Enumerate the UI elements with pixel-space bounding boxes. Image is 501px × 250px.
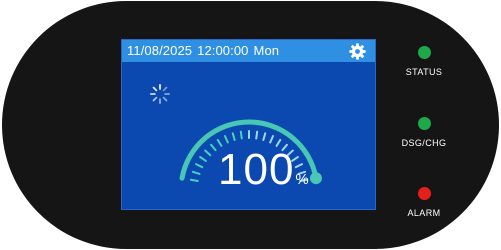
gauge-tick [204,149,212,157]
dsg-chg-led [417,117,431,130]
gauge-tick [189,178,199,182]
gauge-tick [199,156,207,162]
charge-percentage: 100% [218,145,309,195]
status-indicator: STATUS [394,46,454,77]
gauge-tick [239,130,243,140]
gauge-tick [231,132,236,142]
alarm-label: ALARM [407,208,441,218]
display-screen: 11/08/2025 12:00:00 Mon 100% [121,39,376,210]
status-bar: 11/08/2025 12:00:00 Mon [122,40,375,62]
alarm-indicator: ALARM [394,187,454,218]
date-text: 11/08/2025 [127,43,193,58]
gauge-knob [309,172,322,185]
dsg-chg-indicator: DSG/CHG [394,117,454,148]
status-label: STATUS [405,67,443,77]
weekday-text: Mon [253,43,280,58]
time-text: 12:00:00 [197,43,249,58]
gauge-tick [210,143,217,152]
charge-value: 100 [218,145,295,194]
gauge-tick [255,130,259,140]
gauge-tick [194,163,204,169]
gauge-tick [191,170,201,175]
gauge-tick [269,135,274,144]
datetime-display: 11/08/2025 12:00:00 Mon [127,43,284,58]
status-led [417,46,431,59]
gauge-tick [224,135,229,144]
dsg-chg-label: DSG/CHG [401,138,447,148]
battery-monitor-device: 11/08/2025 12:00:00 Mon 100% STATUS DSG/… [0,0,501,250]
gauge-tick [262,132,267,142]
charge-unit: % [295,171,309,188]
alarm-led [417,187,431,200]
gear-icon[interactable] [349,43,366,60]
